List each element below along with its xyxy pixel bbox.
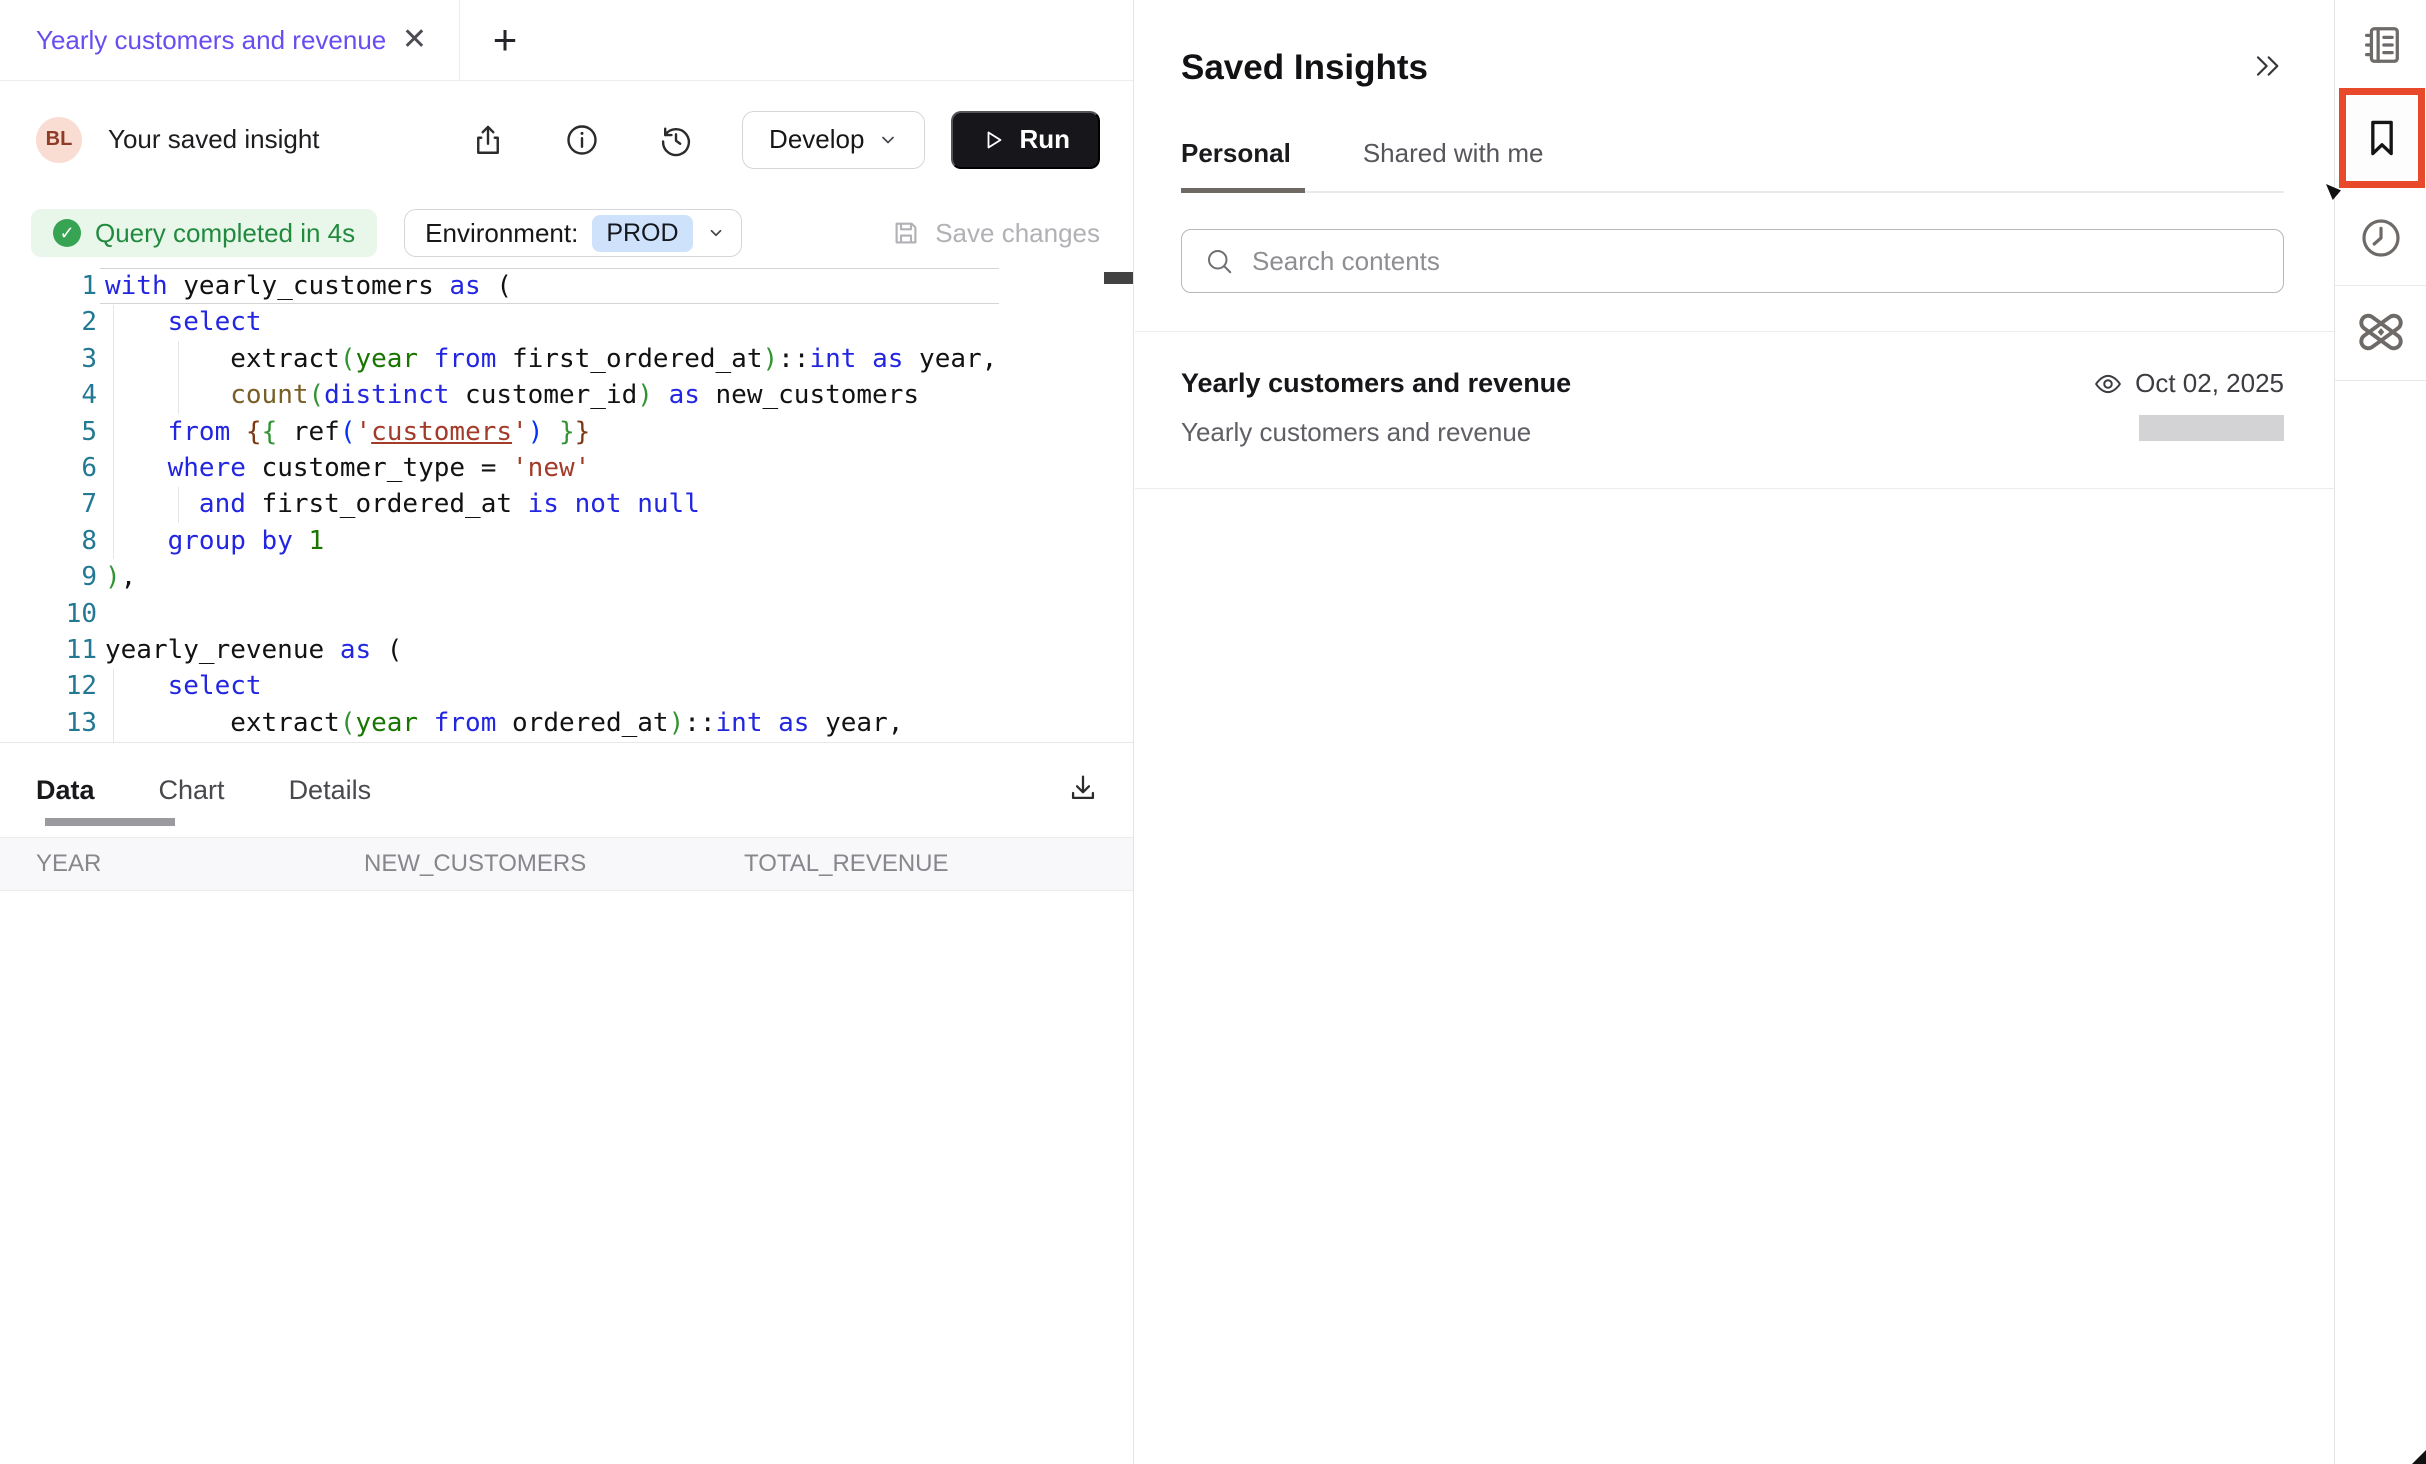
code-lines: 1with yearly_customers as (2 select3 ext… xyxy=(0,268,1133,742)
run-label: Run xyxy=(1019,124,1070,155)
list-item[interactable]: Yearly customers and revenue Yearly cust… xyxy=(1135,331,2334,489)
code-line[interactable]: 7 and first_ordered_at is not null xyxy=(0,486,1133,522)
query-status-text: Query completed in 4s xyxy=(95,218,355,249)
column-header-year: YEAR xyxy=(0,850,364,878)
insight-title: Your saved insight xyxy=(108,124,320,155)
code-line[interactable]: 1with yearly_customers as ( xyxy=(0,268,1133,304)
table-header: YEAR NEW_CUSTOMERS TOTAL_REVENUE xyxy=(0,837,1133,891)
save-changes-button[interactable]: Save changes xyxy=(891,218,1100,249)
plus-icon: + xyxy=(493,16,518,64)
environment-value: PROD xyxy=(592,215,692,252)
indent-guide xyxy=(113,305,114,559)
insights-tab-bar: Personal Shared with me xyxy=(1181,138,2284,193)
panel-title: Saved Insights xyxy=(1181,48,1428,88)
placeholder-bar xyxy=(2139,415,2284,441)
save-changes-label: Save changes xyxy=(935,218,1100,249)
save-icon xyxy=(891,218,921,248)
search-input[interactable] xyxy=(1252,246,2261,277)
saved-insights-panel: Saved Insights Personal Shared with me Y… xyxy=(1135,0,2334,1464)
tab-shared-with-me[interactable]: Shared with me xyxy=(1363,138,1544,169)
query-status-badge: ✓ Query completed in 4s xyxy=(31,209,377,257)
editor-minimap[interactable] xyxy=(1008,274,1102,734)
code-line[interactable]: 8 group by 1 xyxy=(0,523,1133,559)
code-line[interactable]: 3 extract(year from first_ordered_at)::i… xyxy=(0,341,1133,377)
indent-guide xyxy=(178,341,179,414)
tab-details[interactable]: Details xyxy=(289,775,372,806)
code-line[interactable]: 12 select xyxy=(0,668,1133,704)
explore-x-icon[interactable] xyxy=(2335,306,2426,358)
chevron-down-icon xyxy=(878,130,898,150)
tab-title: Yearly customers and revenue xyxy=(36,25,386,56)
new-tab-button[interactable]: + xyxy=(460,0,550,80)
code-line[interactable]: 14 sum(order_total) as total_revenue xyxy=(0,741,1133,742)
code-line[interactable]: 11yearly_revenue as ( xyxy=(0,632,1133,668)
right-icon-sidebar xyxy=(2334,0,2426,1464)
insight-item-date: Oct 02, 2025 xyxy=(2135,368,2284,399)
tab-yearly-customers-and-revenue[interactable]: Yearly customers and revenue ✕ xyxy=(0,0,460,80)
editor-tab-bar: Yearly customers and revenue ✕ + xyxy=(0,0,1133,81)
eye-icon xyxy=(2093,369,2123,399)
tab-personal[interactable]: Personal xyxy=(1181,138,1291,169)
code-line[interactable]: 13 extract(year from ordered_at)::int as… xyxy=(0,705,1133,741)
insight-item-subtitle: Yearly customers and revenue xyxy=(1181,417,1571,448)
search-icon xyxy=(1204,246,1234,276)
indent-guide xyxy=(113,669,114,742)
environment-dropdown[interactable]: Environment: PROD xyxy=(404,209,741,257)
history-icon[interactable] xyxy=(658,122,694,158)
search-contents-box[interactable] xyxy=(1181,229,2284,293)
info-icon[interactable] xyxy=(564,122,600,158)
query-pane: Yearly customers and revenue ✕ + BL Your… xyxy=(0,0,1134,1464)
code-line[interactable]: 6 where customer_type = 'new' xyxy=(0,450,1133,486)
results-tab-bar: Data Chart Details xyxy=(0,743,1133,837)
develop-label: Develop xyxy=(769,124,864,155)
tab-data[interactable]: Data xyxy=(36,775,95,806)
bookmark-icon xyxy=(2360,116,2404,160)
collapse-panel-icon[interactable] xyxy=(2252,50,2284,87)
code-line[interactable]: 10 xyxy=(0,596,1133,632)
run-button[interactable]: Run xyxy=(951,111,1100,169)
column-header-new-customers: NEW_CUSTOMERS xyxy=(364,850,744,878)
chevron-down-icon xyxy=(707,224,725,242)
code-line[interactable]: 9), xyxy=(0,559,1133,595)
tab-chart[interactable]: Chart xyxy=(159,775,225,806)
active-tab-indicator xyxy=(45,818,175,826)
editor-scrollbar-thumb[interactable] xyxy=(1104,272,1133,284)
check-circle-icon: ✓ xyxy=(53,219,81,247)
insight-item-title: Yearly customers and revenue xyxy=(1181,368,1571,399)
close-tab-icon[interactable]: ✕ xyxy=(396,21,433,59)
code-line[interactable]: 4 count(distinct customer_id) as new_cus… xyxy=(0,377,1133,413)
results-panel: Data Chart Details YEAR NEW_CUSTOMERS TO… xyxy=(0,742,1133,891)
share-icon[interactable] xyxy=(470,122,506,158)
sql-editor[interactable]: 1with yearly_customers as (2 select3 ext… xyxy=(0,268,1133,742)
notebook-icon[interactable] xyxy=(2335,22,2426,68)
avatar: BL xyxy=(36,117,82,163)
clock-icon[interactable] xyxy=(2335,214,2426,262)
bookmark-highlight-box[interactable] xyxy=(2339,88,2425,188)
play-icon xyxy=(981,128,1005,152)
develop-dropdown[interactable]: Develop xyxy=(742,111,925,169)
code-line[interactable]: 2 select xyxy=(0,304,1133,340)
download-icon[interactable] xyxy=(1066,771,1100,810)
insight-toolbar: BL Your saved insight Develop Run xyxy=(0,81,1133,198)
indent-guide xyxy=(178,487,179,523)
column-header-total-revenue: TOTAL_REVENUE xyxy=(744,850,1133,878)
status-row: ✓ Query completed in 4s Environment: PRO… xyxy=(0,198,1133,268)
environment-label: Environment: xyxy=(425,218,578,249)
code-line[interactable]: 5 from {{ ref('customers') }} xyxy=(0,414,1133,450)
